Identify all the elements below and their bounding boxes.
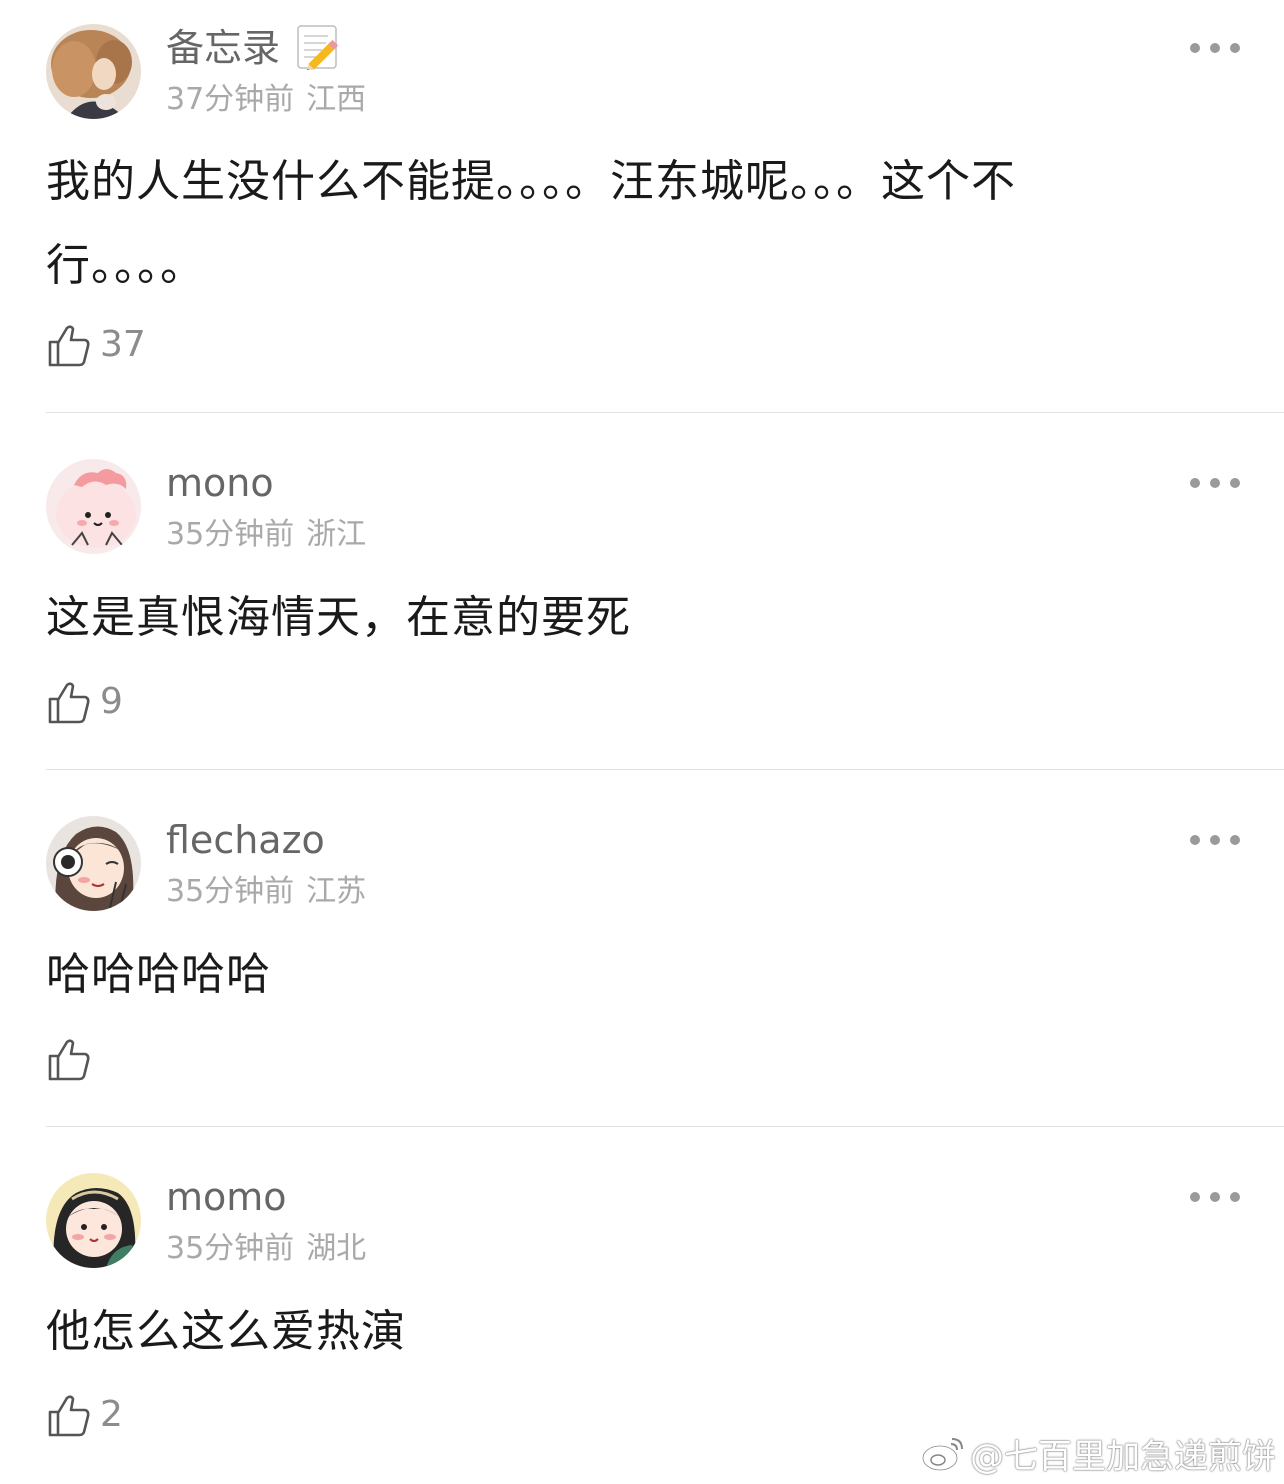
timestamp: 35分钟前 <box>166 517 295 552</box>
cartoon-girl-peace-sign-avatar-icon <box>46 816 141 911</box>
more-options-button[interactable] <box>1190 1187 1240 1207</box>
thumbs-up-icon <box>48 325 90 367</box>
like-count: 37 <box>100 324 146 365</box>
more-dot-icon <box>1190 43 1200 53</box>
location: 浙江 <box>306 517 367 552</box>
username[interactable]: mono <box>166 459 274 507</box>
like-button[interactable] <box>46 1034 100 1084</box>
divider <box>46 412 1284 413</box>
divider <box>46 769 1284 770</box>
cartoon-girl-headband-avatar-icon <box>46 1173 141 1268</box>
comment-text: 他怎么这么爱热演 <box>46 1306 406 1357</box>
avatar[interactable] <box>46 459 141 554</box>
thumbs-up-icon <box>48 1039 90 1081</box>
location: 江苏 <box>306 874 367 909</box>
divider <box>46 1126 1284 1127</box>
more-dot-icon <box>1230 43 1240 53</box>
watermark: @七百里加急递煎饼 <box>920 1428 1276 1478</box>
comment-meta: 35分钟前 湖北 <box>166 1229 366 1269</box>
avatar[interactable] <box>46 1173 141 1268</box>
comment-text: 哈哈哈哈哈 <box>46 949 271 1000</box>
comment-text: 我的人生没什么不能提。。。。汪东城呢。。。这个不行。。。。 <box>46 156 1016 291</box>
memo-pencil-icon <box>297 25 339 70</box>
comment-meta: 35分钟前 江苏 <box>166 872 366 912</box>
comment-meta: 35分钟前 浙江 <box>166 515 366 555</box>
more-dot-icon <box>1230 478 1240 488</box>
more-dot-icon <box>1210 478 1220 488</box>
location: 江西 <box>306 82 367 117</box>
avatar[interactable] <box>46 24 141 119</box>
username[interactable]: 备忘录 <box>166 24 280 72</box>
more-dot-icon <box>1190 478 1200 488</box>
more-options-button[interactable] <box>1190 38 1240 58</box>
more-dot-icon <box>1210 1192 1220 1202</box>
like-button[interactable]: 37 <box>46 320 146 370</box>
timestamp: 35分钟前 <box>166 874 295 909</box>
more-dot-icon <box>1230 1192 1240 1202</box>
comment-text: 这是真恨海情天，在意的要死 <box>46 592 631 643</box>
more-dot-icon <box>1190 835 1200 845</box>
watermark-text: @七百里加急递煎饼 <box>970 1436 1276 1477</box>
username[interactable]: flechazo <box>166 816 325 864</box>
more-dot-icon <box>1210 835 1220 845</box>
location: 湖北 <box>306 1231 367 1266</box>
more-options-button[interactable] <box>1190 830 1240 850</box>
like-count: 9 <box>100 681 123 722</box>
like-count: 2 <box>100 1394 123 1435</box>
weibo-logo-icon <box>921 1438 963 1472</box>
more-dot-icon <box>1190 1192 1200 1202</box>
timestamp: 35分钟前 <box>166 1231 295 1266</box>
curly-hair-woman-avatar-icon <box>46 24 141 119</box>
like-button[interactable]: 2 <box>46 1390 123 1440</box>
comment-meta: 37分钟前 江西 <box>166 80 366 120</box>
more-dot-icon <box>1210 43 1220 53</box>
like-button[interactable]: 9 <box>46 677 123 727</box>
avatar[interactable] <box>46 816 141 911</box>
more-options-button[interactable] <box>1190 473 1240 493</box>
thumbs-up-icon <box>48 682 90 724</box>
thumbs-up-icon <box>48 1395 90 1437</box>
username[interactable]: momo <box>166 1173 287 1221</box>
pink-blob-character-avatar-icon <box>46 459 141 554</box>
timestamp: 37分钟前 <box>166 82 295 117</box>
more-dot-icon <box>1230 835 1240 845</box>
